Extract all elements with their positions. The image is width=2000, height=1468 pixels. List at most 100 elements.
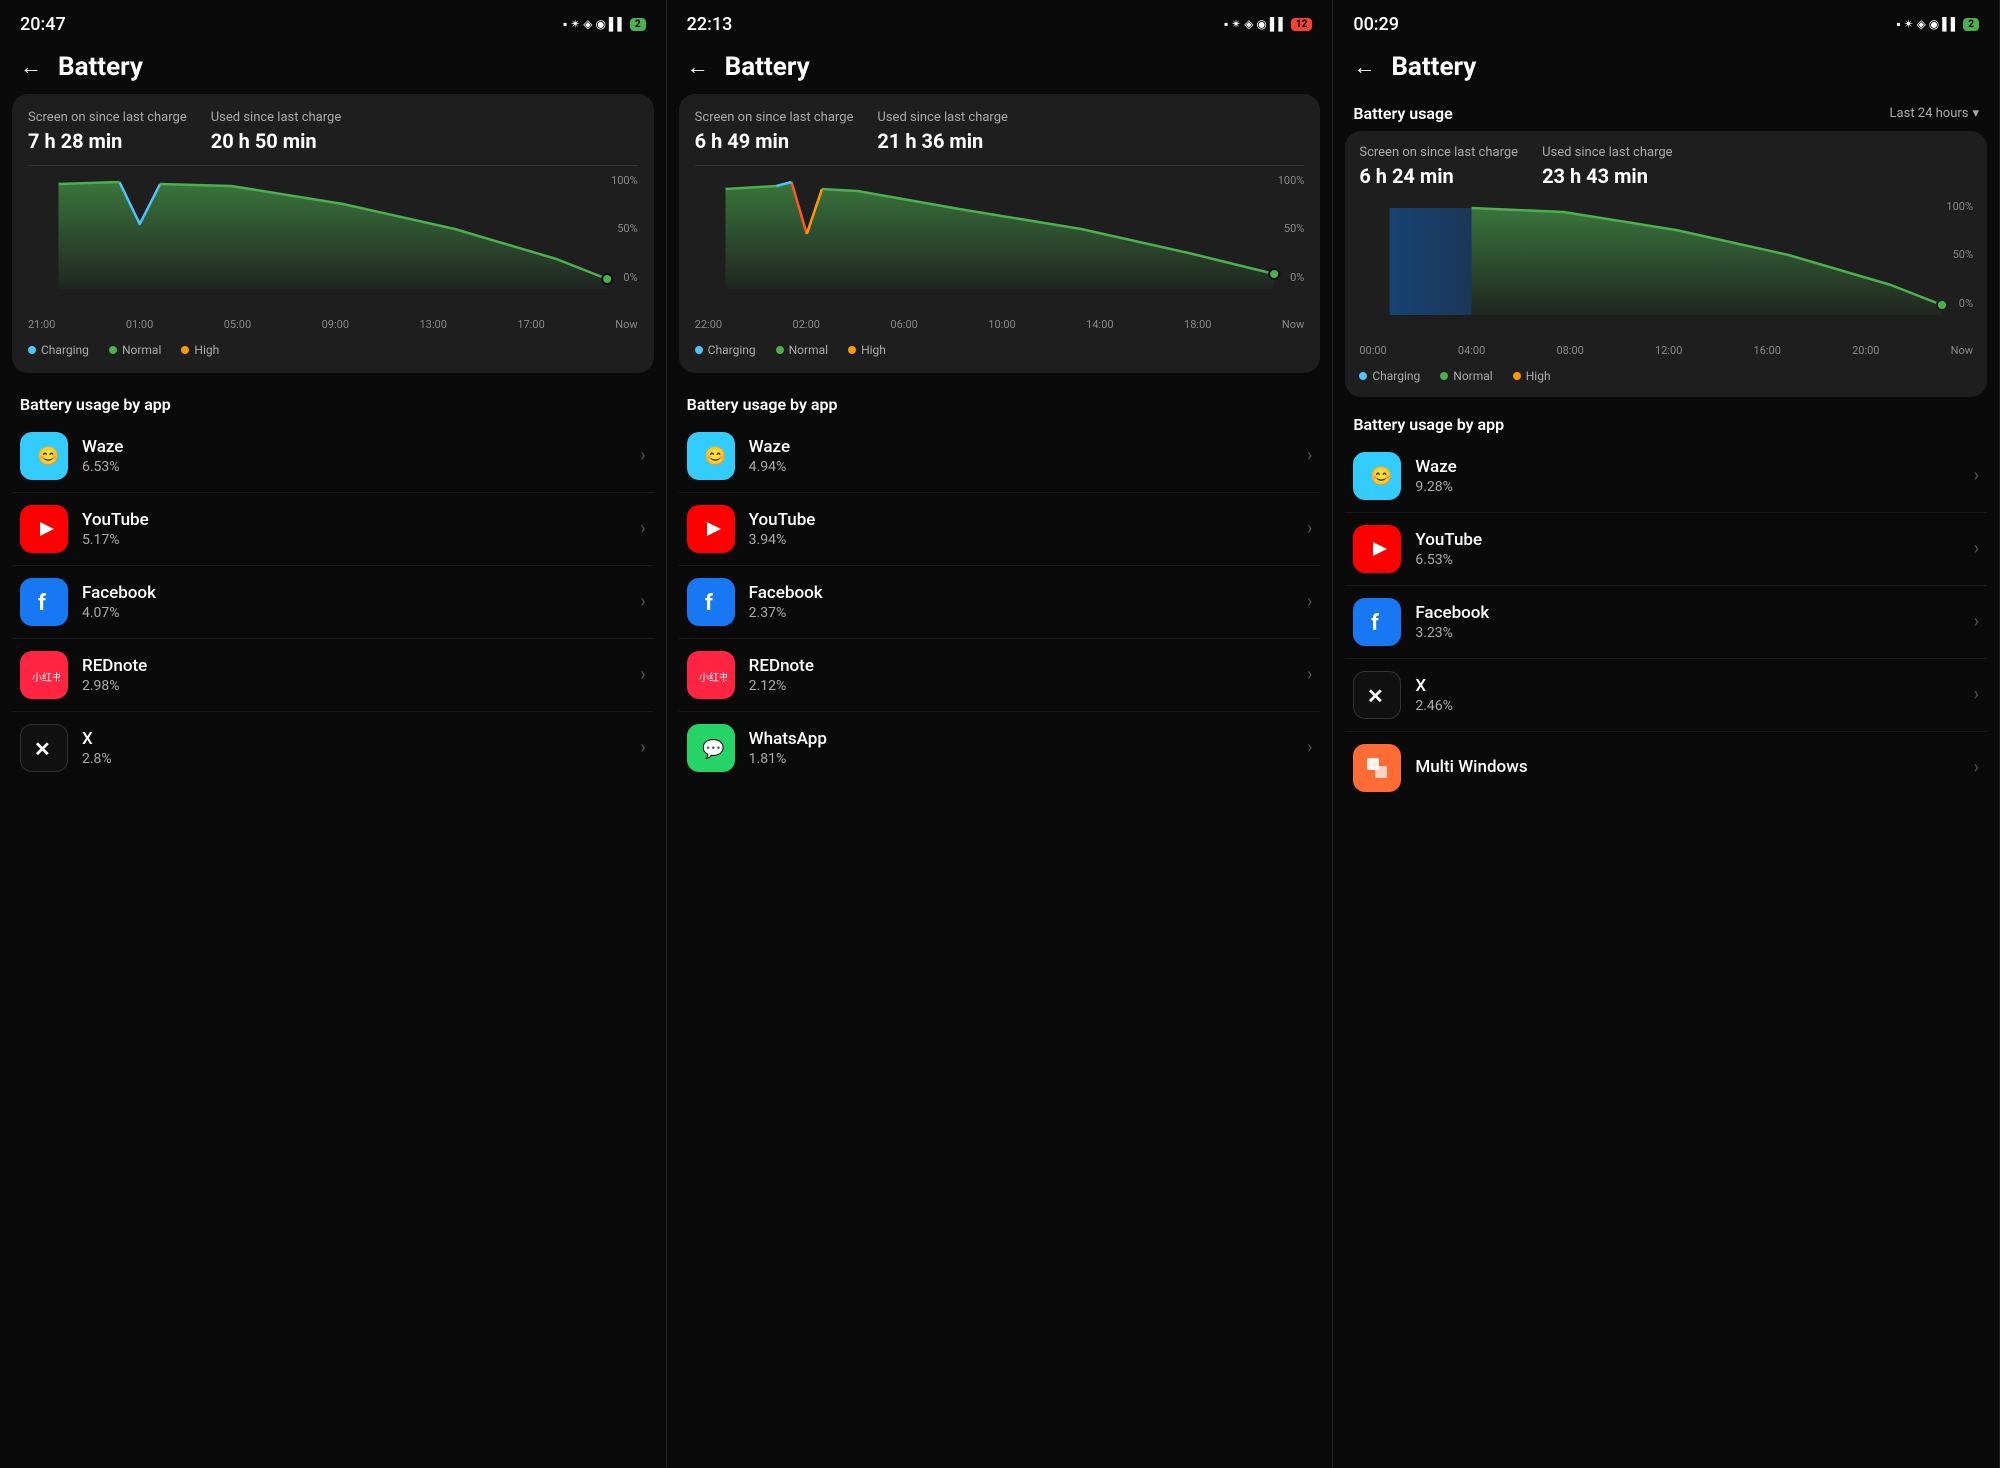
chevron-waze-3: ›: [1974, 465, 1979, 486]
battery-stats-3: Screen on since last charge 6 h 24 min U…: [1359, 145, 1973, 188]
chart-y-labels-2: 100% 50% 0%: [1278, 174, 1305, 284]
waze-icon-3: 😊: [1353, 452, 1401, 500]
battery-card-2: Screen on since last charge 6 h 49 min U…: [679, 94, 1321, 373]
status-time-1: 20:47: [20, 14, 66, 35]
app-item-youtube-3[interactable]: YouTube 6.53% ›: [1345, 513, 1987, 586]
usage-header-3: Battery usage Last 24 hours ▾: [1333, 94, 1999, 131]
facebook-icon-2: f: [687, 578, 735, 626]
x-info-1: X 2.8%: [82, 729, 640, 767]
facebook-icon-1: f: [20, 578, 68, 626]
app-item-waze-3[interactable]: 😊 Waze 9.28% ›: [1345, 440, 1987, 513]
chart-x-labels-1: 21:00 01:00 05:00 09:00 13:00 17:00 Now: [28, 318, 638, 331]
svg-text:f: f: [1371, 611, 1379, 636]
screen-on-label-1: Screen on since last charge: [28, 110, 187, 127]
page-header-1: ← Battery: [0, 44, 666, 94]
used-since-stat-1: Used since last charge 20 h 50 min: [211, 110, 342, 153]
svg-text:f: f: [38, 591, 46, 616]
back-button-3[interactable]: ←: [1353, 54, 1375, 80]
app-item-rednote-2[interactable]: 小红书 REDnote 2.12% ›: [679, 639, 1321, 712]
waze-info-1: Waze 6.53%: [82, 437, 640, 475]
app-item-rednote-1[interactable]: 小红书 REDnote 2.98% ›: [12, 639, 654, 712]
rednote-icon-2: 小红书: [687, 651, 735, 699]
app-item-whatsapp-2[interactable]: 💬 WhatsApp 1.81% ›: [679, 712, 1321, 784]
phone-panel-2: 22:13 ▪ ✴ ◈ ◉ ▌▌ 12 ← Battery Screen on …: [667, 0, 1334, 1468]
chevron-whatsapp-2: ›: [1307, 737, 1312, 758]
phone-panel-1: 20:47 ▪ ✴ ◈ ◉ ▌▌ 2 ← Battery Screen on s…: [0, 0, 667, 1468]
chevron-x-3: ›: [1974, 684, 1979, 705]
used-since-value-3: 23 h 43 min: [1542, 164, 1673, 188]
used-since-stat-2: Used since last charge 21 h 36 min: [877, 110, 1008, 153]
status-bar-2: 22:13 ▪ ✴ ◈ ◉ ▌▌ 12: [667, 0, 1333, 44]
high-dot-2: [848, 346, 856, 354]
app-item-multiwindow-3[interactable]: Multi Windows ›: [1345, 732, 1987, 804]
status-time-2: 22:13: [687, 14, 733, 35]
multiwindow-info-3: Multi Windows: [1415, 757, 1973, 779]
app-item-youtube-2[interactable]: YouTube 3.94% ›: [679, 493, 1321, 566]
normal-dot-2: [776, 346, 784, 354]
battery-chart-2: 100% 50% 0%: [695, 174, 1305, 314]
chart-y-labels-3: 100% 50% 0%: [1946, 200, 1973, 310]
screen-on-label-2: Screen on since last charge: [695, 110, 854, 127]
chart-legend-2: Charging Normal High: [695, 339, 1305, 357]
chart-x-labels-2: 22:00 02:00 06:00 10:00 14:00 18:00 Now: [695, 318, 1305, 331]
waze-icon-2: 😊: [687, 432, 735, 480]
app-item-youtube-1[interactable]: YouTube 5.17% ›: [12, 493, 654, 566]
x-icon-1: ✕: [20, 724, 68, 772]
battery-level-1: 2: [630, 18, 646, 31]
screen-on-label-3: Screen on since last charge: [1359, 145, 1518, 162]
youtube-icon-3: [1353, 525, 1401, 573]
charging-dot-2: [695, 346, 703, 354]
chart-legend-1: Charging Normal High: [28, 339, 638, 357]
facebook-info-3: Facebook 3.23%: [1415, 603, 1973, 641]
used-since-label-1: Used since last charge: [211, 110, 342, 127]
app-list-2: 😊 Waze 4.94% › YouTube 3.94% › f Faceboo: [667, 420, 1333, 784]
x-icon-3: ✕: [1353, 671, 1401, 719]
chevron-x-1: ›: [640, 737, 645, 758]
screen-on-stat-1: Screen on since last charge 7 h 28 min: [28, 110, 187, 153]
status-icons-1: ▪ ✴ ◈ ◉ ▌▌ 2: [563, 17, 646, 31]
youtube-info-1: YouTube 5.17%: [82, 510, 640, 548]
apps-section-title-1: Battery usage by app: [0, 385, 666, 420]
app-item-facebook-2[interactable]: f Facebook 2.37% ›: [679, 566, 1321, 639]
status-bar-1: 20:47 ▪ ✴ ◈ ◉ ▌▌ 2: [0, 0, 666, 44]
filter-label-3: Last 24 hours: [1890, 106, 1969, 121]
phone-panel-3: 00:29 ▪ ✴ ◈ ◉ ▌▌ 2 ← Battery Battery usa…: [1333, 0, 2000, 1468]
app-item-waze-2[interactable]: 😊 Waze 4.94% ›: [679, 420, 1321, 493]
chart-legend-3: Charging Normal High: [1359, 365, 1973, 383]
screen-on-value-1: 7 h 28 min: [28, 129, 187, 153]
waze-icon-1: 😊: [20, 432, 68, 480]
svg-text:✕: ✕: [1367, 684, 1384, 708]
app-item-facebook-1[interactable]: f Facebook 4.07% ›: [12, 566, 654, 639]
chevron-facebook-2: ›: [1307, 591, 1312, 612]
waze-info-2: Waze 4.94%: [749, 437, 1307, 475]
app-item-waze-1[interactable]: 😊 Waze 6.53% ›: [12, 420, 654, 493]
screen-on-value-3: 6 h 24 min: [1359, 164, 1518, 188]
facebook-icon-3: f: [1353, 598, 1401, 646]
chart-x-labels-3: 00:00 04:00 08:00 12:00 16:00 20:00 Now: [1359, 344, 1973, 357]
app-list-1: 😊 Waze 6.53% › YouTube 5.17% › f Faceboo: [0, 420, 666, 784]
app-item-facebook-3[interactable]: f Facebook 3.23% ›: [1345, 586, 1987, 659]
youtube-info-2: YouTube 3.94%: [749, 510, 1307, 548]
app-item-x-3[interactable]: ✕ X 2.46% ›: [1345, 659, 1987, 732]
battery-usage-label-3: Battery usage: [1353, 104, 1452, 123]
time-filter-3[interactable]: Last 24 hours ▾: [1890, 106, 1979, 121]
svg-text:小红书: 小红书: [32, 671, 60, 684]
status-time-3: 00:29: [1353, 14, 1399, 35]
chevron-youtube-2: ›: [1307, 518, 1312, 539]
page-title-2: Battery: [725, 52, 810, 82]
status-icons-3: ▪ ✴ ◈ ◉ ▌▌ 2: [1896, 17, 1979, 31]
youtube-icon-1: [20, 505, 68, 553]
rednote-icon-1: 小红书: [20, 651, 68, 699]
multiwindow-icon-3: [1353, 744, 1401, 792]
facebook-info-1: Facebook 4.07%: [82, 583, 640, 621]
chevron-waze-2: ›: [1307, 445, 1312, 466]
back-button-1[interactable]: ←: [20, 54, 42, 80]
apps-section-title-2: Battery usage by app: [667, 385, 1333, 420]
normal-dot-3: [1440, 372, 1448, 380]
svg-text:😊: 😊: [704, 446, 726, 467]
back-button-2[interactable]: ←: [687, 54, 709, 80]
app-item-x-1[interactable]: ✕ X 2.8% ›: [12, 712, 654, 784]
svg-text:😊: 😊: [37, 446, 59, 467]
x-info-3: X 2.46%: [1415, 676, 1973, 714]
used-since-value-1: 20 h 50 min: [211, 129, 342, 153]
